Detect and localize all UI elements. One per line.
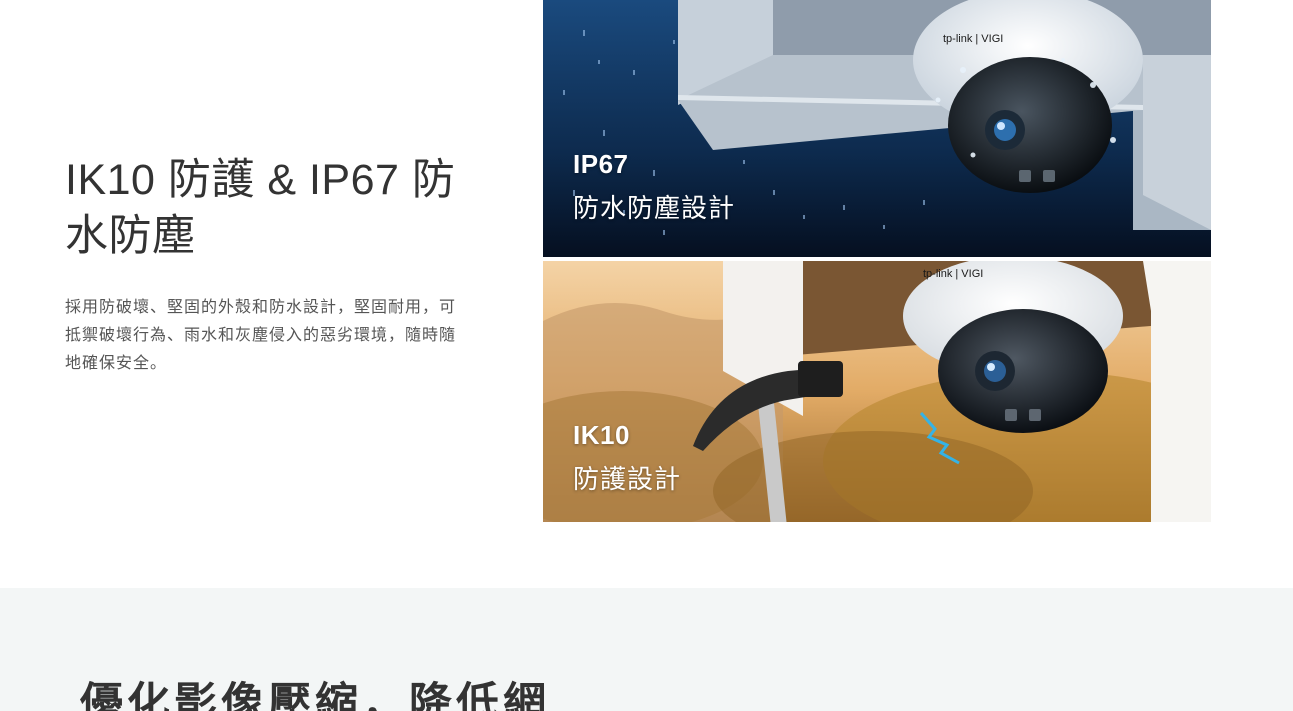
ip67-image-panel: tp-link | VIGI IP67 防水防塵設計: [543, 0, 1211, 257]
ik10-title: IK10: [573, 420, 630, 450]
feature-description: 採用防破壞、堅固的外殼和防水設計，堅固耐用，可抵禦破壞行為、雨水和灰塵侵入的惡劣…: [65, 299, 457, 372]
svg-text:tp-link | VIGI: tp-link | VIGI: [923, 268, 983, 280]
ik10-image-panel: tp-link | VIGI IK10 防護設計: [543, 261, 1211, 522]
ip67-title: IP67: [573, 149, 629, 179]
ip67-subtitle: 防水防塵設計: [573, 193, 736, 223]
ik10-caption: IK10 防護設計: [573, 419, 681, 499]
feature-heading: IK10 防護 & IP67 防水防塵: [65, 156, 456, 260]
svg-text:tp-link | VIGI: tp-link | VIGI: [943, 33, 1003, 45]
ik10-subtitle: 防護設計: [573, 464, 682, 494]
compression-heading: 優化影像壓縮，降低網: [80, 680, 550, 711]
feature-text-column: IK10 防護 & IP67 防水防塵 採用防破壞、堅固的外殼和防水設計，堅固耐…: [65, 152, 485, 378]
ip67-caption: IP67 防水防塵設計: [573, 148, 735, 228]
feature-section: IK10 防護 & IP67 防水防塵 採用防破壞、堅固的外殼和防水設計，堅固耐…: [0, 0, 1293, 588]
compression-section: 優化影像壓縮，降低網: [0, 588, 1293, 711]
